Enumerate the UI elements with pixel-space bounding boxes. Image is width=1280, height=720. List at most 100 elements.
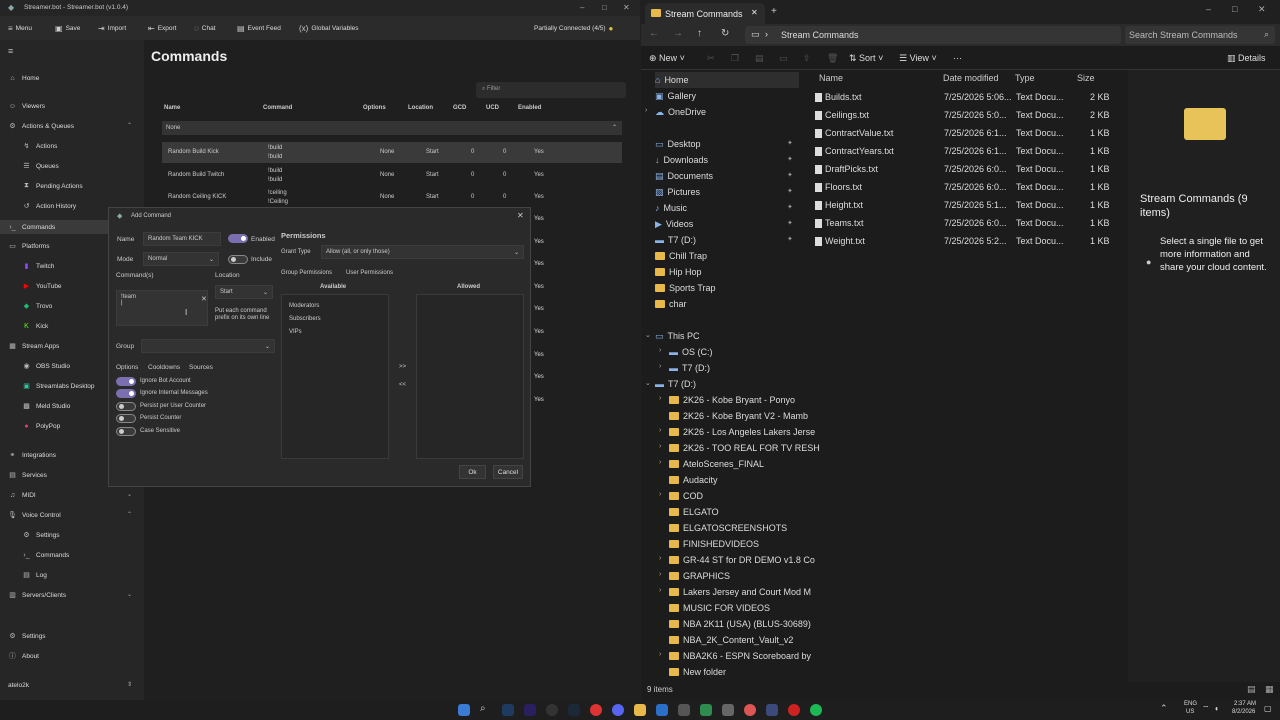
minimize-icon[interactable]: – [580, 3, 584, 12]
column-header-options[interactable]: Options [363, 105, 386, 111]
export-button[interactable]: ⇤ Export [148, 24, 177, 33]
nav-item[interactable]: ▶ Videos [655, 216, 693, 232]
steam-icon[interactable] [568, 704, 580, 716]
ignore-bot-toggle[interactable] [116, 377, 136, 386]
tray-chevron-icon[interactable]: ⌃ [1160, 703, 1168, 714]
file-row[interactable]: Weight.txt 7/25/2026 5:2... Text Docu... 1 … [811, 233, 1129, 251]
new-tab-icon[interactable]: + [771, 6, 777, 17]
photoshop-icon[interactable] [502, 704, 514, 716]
search-input[interactable]: Search Stream Commands ⌕ [1125, 26, 1275, 44]
chevron-right-icon[interactable]: › [659, 459, 661, 466]
sidebar-item-polypop[interactable]: ● PolyPop [22, 420, 60, 432]
nav-item[interactable]: NBA 2K11 (USA) (BLUS-30689) [669, 616, 811, 632]
include-toggle[interactable] [228, 255, 248, 264]
file-row[interactable]: Floors.txt 7/25/2026 6:0... Text Docu... 1 … [811, 179, 1129, 197]
chevron-right-icon[interactable]: › [659, 443, 661, 450]
pin-icon[interactable]: ✦ [787, 187, 793, 195]
chevron-right-icon[interactable]: › [659, 587, 661, 594]
sidebar-item-kick[interactable]: K Kick [22, 320, 48, 332]
chevron-up-icon[interactable]: ⌃ [127, 122, 132, 129]
available-list[interactable]: Moderators Subscribers VIPs [281, 294, 389, 459]
file-row[interactable]: Teams.txt 7/25/2026 6:0... Text Docu... 1 K… [811, 215, 1129, 233]
sidebar-item-trovo[interactable]: ◆ Trovo [22, 300, 53, 312]
column-header-date[interactable]: Date modified [943, 73, 999, 83]
details-button[interactable]: ▥ Details [1227, 53, 1266, 64]
nav-item[interactable]: ▬ OS (C:) [669, 344, 713, 360]
nav-item[interactable]: ⌂ Home [655, 72, 799, 88]
file-row[interactable]: Ceilings.txt 7/25/2026 5:0... Text Docu...… [811, 107, 1129, 125]
list-item[interactable]: VIPs [289, 329, 302, 335]
nav-item[interactable]: Lakers Jersey and Court Mod M [669, 584, 811, 600]
nav-item[interactable]: COD [669, 488, 703, 504]
tab-group-permissions[interactable]: Group Permissions [281, 270, 332, 276]
persist-user-counter-toggle[interactable] [116, 402, 136, 411]
column-header-size[interactable]: Size [1077, 73, 1095, 83]
group-select[interactable]: ⌄ [141, 339, 275, 353]
address-bar[interactable]: ▭ › Stream Commands [745, 26, 1121, 44]
ok-button[interactable]: Ok [459, 465, 486, 479]
column-header-type[interactable]: Type [1015, 73, 1035, 83]
nav-item[interactable]: ♪ Music [655, 200, 687, 216]
chevron-right-icon[interactable]: › [659, 347, 661, 354]
maximize-icon[interactable]: □ [1232, 4, 1237, 14]
wifi-icon[interactable]: ⌔ [1202, 704, 1210, 714]
maximize-icon[interactable]: □ [602, 3, 607, 12]
sidebar-item-log[interactable]: ▤ Log [22, 569, 47, 581]
file-row[interactable]: ContractValue.txt 7/25/2026 6:1... Text Do… [811, 125, 1129, 143]
back-icon[interactable]: ← [649, 28, 659, 39]
sidebar-item-about[interactable]: ⓘ About [8, 650, 39, 662]
up-icon[interactable]: ↑ [697, 28, 702, 39]
file-row[interactable]: Height.txt 7/25/2026 5:1... Text Docu... 1 … [811, 197, 1129, 215]
nav-item[interactable]: MUSIC FOR VIDEOS [669, 600, 770, 616]
group-header[interactable]: None ⌃ [162, 121, 622, 135]
sidebar-item-actions-queues[interactable]: ⚙ Actions & Queues [8, 120, 74, 132]
sidebar-item-integrations[interactable]: ⚭ Integrations [8, 449, 56, 461]
persist-counter-toggle[interactable] [116, 414, 136, 423]
discord-icon[interactable] [612, 704, 624, 716]
app-icon[interactable] [678, 704, 690, 716]
global-variables-button[interactable]: (x) Global Variables [299, 24, 359, 33]
sidebar-item-streamlabs-desktop[interactable]: ▣ Streamlabs Desktop [22, 380, 94, 392]
nav-item[interactable]: ELGATOSCREENSHOTS [669, 520, 787, 536]
menu-button[interactable]: ≡ Menu [8, 24, 32, 33]
chevron-down-icon[interactable]: ⌄ [127, 491, 132, 498]
nav-item[interactable]: ▤ Documents [655, 168, 713, 184]
column-header-ucd[interactable]: UCD [486, 105, 499, 111]
clear-icon[interactable]: ✕ [201, 295, 207, 303]
nav-item[interactable]: ▬ T7 (D:) [669, 360, 710, 376]
nav-item[interactable]: 2K26 - Kobe Bryant V2 - Mamb [669, 408, 808, 424]
paste-icon[interactable]: ▤ [755, 53, 764, 64]
allowed-list[interactable] [416, 294, 524, 459]
sidebar-item-servers-clients[interactable]: ▥ Servers/Clients [8, 589, 66, 601]
close-icon[interactable]: ✕ [623, 3, 630, 12]
sidebar-item-settings[interactable]: ⚙ Settings [8, 630, 45, 642]
nav-item[interactable]: New folder [669, 664, 726, 680]
ignore-internal-toggle[interactable] [116, 389, 136, 398]
share-icon[interactable]: ⇪ [803, 53, 811, 64]
list-item[interactable]: Moderators [289, 303, 319, 309]
column-header-command[interactable]: Command [263, 105, 292, 111]
filter-input[interactable]: ⌕ Filter [476, 82, 626, 98]
spotify-icon[interactable] [810, 704, 822, 716]
sidebar-item-voice-settings[interactable]: ⚙ Settings [22, 529, 59, 541]
more-icon[interactable]: ··· [953, 53, 962, 63]
nav-item[interactable]: ▭ This PC [655, 328, 700, 344]
location-select[interactable]: Start ⌄ [215, 285, 273, 299]
tab-sources[interactable]: Sources [189, 364, 213, 371]
file-row[interactable]: ContractYears.txt 7/25/2026 6:1... Text Do… [811, 143, 1129, 161]
premiere-icon[interactable] [524, 704, 536, 716]
nav-item[interactable]: ↓ Downloads [655, 152, 708, 168]
sidebar-item-pending-actions[interactable]: ⧗ Pending Actions [22, 180, 83, 192]
sidebar-item-queues[interactable]: ☰ Queues [22, 160, 58, 172]
tiles-view-icon[interactable]: ▦ [1265, 684, 1274, 695]
sidebar-item-obs-studio[interactable]: ◉ OBS Studio [22, 360, 70, 372]
pin-icon[interactable]: ✦ [787, 139, 793, 147]
chevron-down-icon[interactable]: ⌄ [127, 591, 132, 598]
view-button[interactable]: ☰ View ˅ [899, 53, 937, 64]
tab-cooldowns[interactable]: Cooldowns [148, 364, 180, 371]
pin-icon[interactable]: ✦ [787, 235, 793, 243]
nav-item[interactable]: NBA2K6 - ESPN Scoreboard by [669, 648, 811, 664]
sidebar-item-twitch[interactable]: ▮ Twitch [22, 260, 55, 272]
sidebar-item-youtube[interactable]: ▶ YouTube [22, 280, 62, 292]
sidebar-item-services[interactable]: ▤ Services [8, 469, 47, 481]
